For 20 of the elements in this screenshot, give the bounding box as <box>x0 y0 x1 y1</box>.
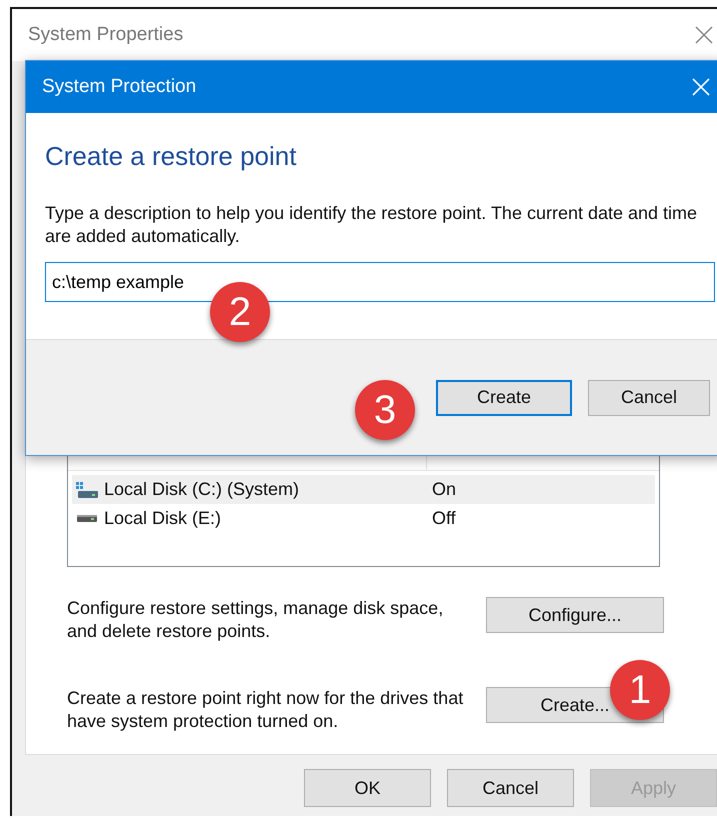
dialog-button[interactable]: Create <box>436 380 572 416</box>
dialog-button[interactable]: Cancel <box>447 769 574 807</box>
dialog-button[interactable]: OK <box>304 769 431 807</box>
close-icon[interactable] <box>695 26 713 44</box>
action-description: Configure restore settings, manage disk space, and delete restore points. <box>67 597 444 643</box>
system-drive-icon <box>76 482 98 498</box>
protection-status: On <box>431 479 458 500</box>
drive-name: Local Disk (C:) (System) <box>104 479 300 500</box>
drive-row[interactable]: Local Disk (E:) Off <box>72 504 655 533</box>
drive-icon <box>77 515 97 522</box>
instructions-text: Type a description to help you identify the restore point. The current date and time are added automatically. <box>45 202 698 248</box>
protection-status: Off <box>431 508 457 529</box>
dialog-title: System Protection <box>42 76 196 98</box>
dialog-heading: Create a restore point <box>45 141 298 172</box>
drive-name: Local Disk (E:) <box>104 508 222 529</box>
action-description: Create a restore point right now for the drives that have system protection turned on. <box>67 687 464 733</box>
drive-row[interactable]: Local Disk (C:) (System) On <box>72 475 655 504</box>
action-button[interactable]: Configure... <box>486 597 664 633</box>
window-title: System Properties <box>28 24 184 46</box>
dialog-button[interactable]: Cancel <box>588 380 710 416</box>
